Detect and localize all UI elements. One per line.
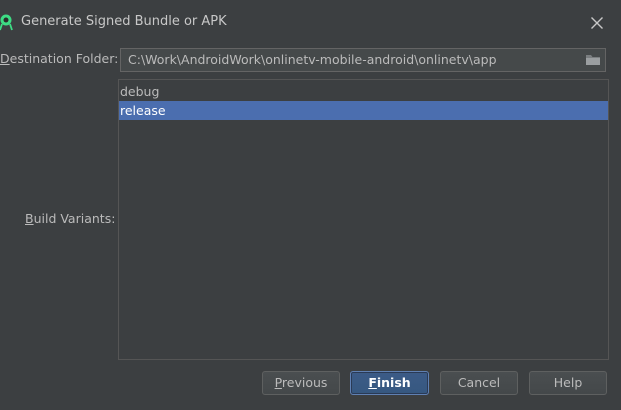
finish-button-label: inish bbox=[376, 375, 411, 390]
finish-button-mnemonic: F bbox=[368, 375, 377, 390]
finish-button[interactable]: Finish bbox=[350, 371, 429, 395]
title-bar: Generate Signed Bundle or APK bbox=[0, 0, 621, 44]
destination-folder-label-text: estination Folder: bbox=[9, 51, 119, 66]
background-editor-residue-bottom bbox=[100, 402, 420, 410]
build-variant-debug[interactable]: debug bbox=[119, 82, 608, 101]
build-variants-label-mnemonic: B bbox=[25, 211, 34, 226]
destination-folder-label-mnemonic: D bbox=[0, 51, 10, 66]
close-icon[interactable] bbox=[588, 14, 606, 32]
previous-button-mnemonic: P bbox=[274, 375, 282, 390]
generate-signed-bundle-dialog: Generate Signed Bundle or APK Destinatio… bbox=[0, 0, 621, 408]
destination-folder-value[interactable]: C:\Work\AndroidWork\onlinetv-mobile-andr… bbox=[128, 52, 497, 67]
android-studio-icon bbox=[0, 14, 13, 31]
dialog-title: Generate Signed Bundle or APK bbox=[21, 14, 227, 29]
help-button[interactable]: Help bbox=[529, 371, 607, 395]
folder-icon[interactable] bbox=[584, 52, 602, 68]
previous-button-label: revious bbox=[281, 375, 328, 390]
destination-folder-field[interactable]: C:\Work\AndroidWork\onlinetv-mobile-andr… bbox=[120, 48, 606, 72]
build-variants-label: Build Variants: bbox=[25, 211, 115, 226]
build-variant-release[interactable]: release bbox=[119, 101, 608, 120]
previous-button[interactable]: Previous bbox=[262, 371, 340, 395]
build-variants-label-text: uild Variants: bbox=[33, 211, 116, 226]
destination-folder-label: Destination Folder: bbox=[0, 51, 118, 66]
build-variants-list[interactable]: debug release bbox=[118, 79, 609, 360]
cancel-button[interactable]: Cancel bbox=[440, 371, 518, 395]
